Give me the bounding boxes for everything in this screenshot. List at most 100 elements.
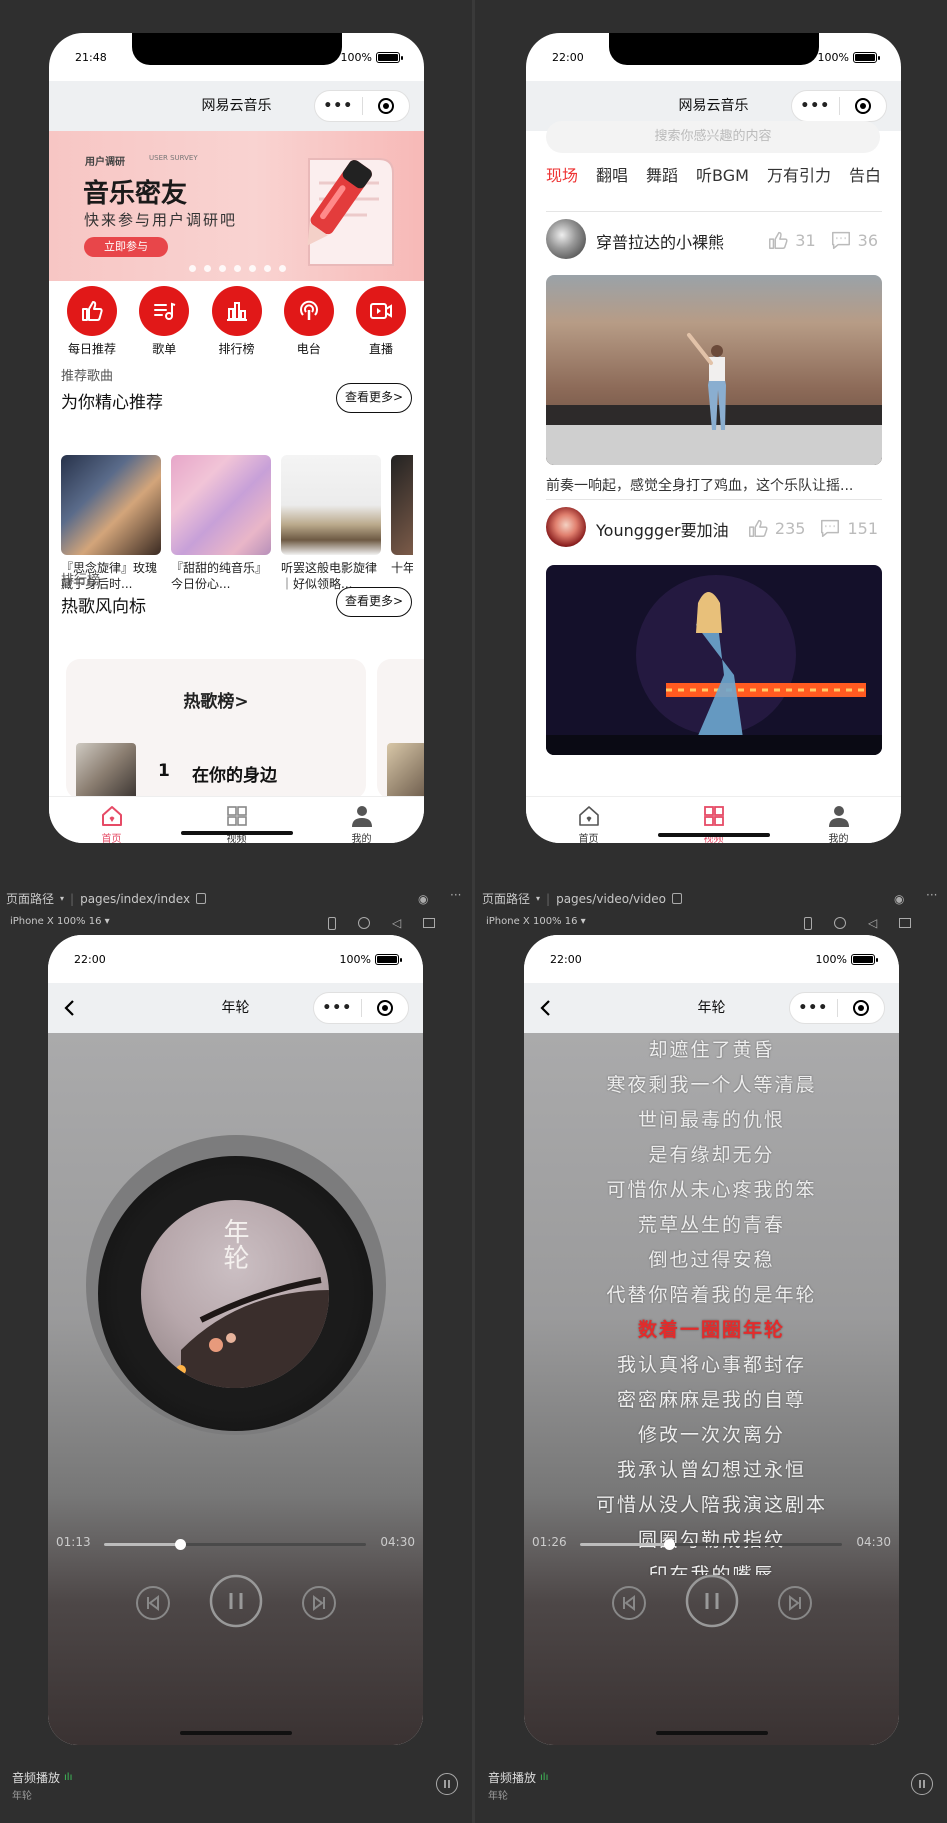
volume-icon[interactable]: ◁ [868,916,877,930]
eye-icon[interactable]: ◉ [418,892,428,906]
audio-playback-bar[interactable]: 音频播放 ılı 年轮 [476,1745,947,1823]
copy-icon[interactable] [671,893,682,904]
close-record-icon[interactable] [362,98,409,114]
hot-chart-title[interactable]: 热歌榜> [66,687,366,712]
mini-program-capsule[interactable]: ••• [789,992,885,1024]
volume-icon[interactable]: ◁ [392,916,401,930]
more-icon[interactable]: ··· [926,888,937,902]
progress-track[interactable] [580,1539,842,1550]
phone-icon[interactable] [804,916,812,930]
progress-track[interactable] [104,1539,366,1550]
quick-playlist[interactable]: 歌单 [131,286,197,362]
tab-cover[interactable]: 翻唱 [596,161,628,199]
playback-controls [48,1573,423,1633]
quick-daily-recommend[interactable]: 每日推荐 [59,286,125,362]
progress-bar[interactable]: 01:13 04:30 [48,1535,423,1555]
path-label[interactable]: 页面路径 [482,890,530,907]
video-thumbnail[interactable] [546,565,882,755]
more-dots-icon[interactable]: ••• [792,98,839,114]
like-icon[interactable] [767,229,789,251]
album-cover: 年轮 [141,1200,329,1388]
video-author-row[interactable]: Younggger要加油 235 151 [546,505,882,549]
pause-icon[interactable] [684,1573,740,1629]
like-icon[interactable] [747,517,769,539]
rank-number: 1 [158,761,170,781]
tab-home[interactable]: 首页 [526,797,651,843]
quick-ranking[interactable]: 排行榜 [204,286,270,362]
window-icon[interactable] [423,918,436,928]
copy-icon[interactable] [196,893,207,904]
quick-label: 每日推荐 [67,342,116,356]
page-dot [234,265,241,272]
path-label[interactable]: 页面路径 [6,890,54,907]
lyrics-view[interactable]: 却遮住了黄昏 寒夜剩我一个人等清晨 世间最毒的仇恨 是有缘却无分 可惜你从未心疼我的笨荒… [524,1033,899,1575]
audio-pause-button[interactable] [436,1773,458,1795]
playlist-card[interactable]: 『甜甜的纯音乐』今日份心... [171,455,271,592]
close-record-icon[interactable] [361,1000,408,1016]
playlist-cover [391,455,413,555]
tab-live[interactable]: 现场 [546,161,578,199]
more-dots-icon[interactable]: ••• [315,98,362,114]
close-record-icon[interactable] [839,98,886,114]
video-thumbnail[interactable] [546,275,882,465]
progress-bar[interactable]: 01:26 04:30 [524,1535,899,1555]
banner-join-button[interactable]: 立即参与 [84,237,168,257]
tab-dance[interactable]: 舞蹈 [646,161,678,199]
window-icon[interactable] [899,918,912,928]
close-record-icon[interactable] [837,1000,884,1016]
next-track-icon[interactable] [301,1585,337,1621]
phone-icon[interactable] [328,916,336,930]
tab-mine[interactable]: 我的 [776,797,901,843]
recommend-more-button[interactable]: 查看更多> [336,383,412,413]
progress-knob[interactable] [664,1539,676,1550]
home-icon [578,806,599,826]
mini-program-capsule[interactable]: ••• [791,90,887,122]
more-dots-icon[interactable]: ••• [314,1000,361,1016]
comment-icon[interactable] [830,229,852,251]
banner[interactable]: 用户调研 USER SURVEY 音乐密友 快来参与用户调研吧 立即参与 [49,131,424,281]
device-selector[interactable]: iPhone X 100% 16 ▾ [486,916,586,927]
record-icon[interactable] [834,917,846,929]
author-name[interactable]: 穿普拉达的小裸熊 [596,229,724,253]
quick-radio[interactable]: 电台 [276,286,342,362]
record-icon[interactable] [358,917,370,929]
tab-home[interactable]: 首页 [49,797,174,843]
avatar[interactable] [546,219,586,259]
playlist-card[interactable]: 十年在， [391,455,413,592]
rank-song-name[interactable]: 在你的身边 [192,761,277,786]
tab-mine[interactable]: 我的 [299,797,424,843]
tab-bgm[interactable]: 听BGM [696,161,749,199]
playlist-card[interactable]: 听罢这般电影旋律｜好似领略... [281,455,381,592]
video-description[interactable]: 前奏一响起，感觉全身打了鸡血，这个乐队让摇... [546,475,882,495]
chart-icon [226,302,247,321]
quick-live[interactable]: 直播 [348,286,414,362]
next-chart-card[interactable] [377,659,424,799]
more-dots-icon[interactable]: ••• [790,1000,837,1016]
more-icon[interactable]: ··· [450,888,461,902]
video-author-row[interactable]: 穿普拉达的小裸熊 31 36 [546,217,882,261]
audio-pause-button[interactable] [911,1773,933,1795]
lyric-line: 代替你陪着我的是年轮 [606,1284,817,1306]
banner-pagination[interactable] [189,265,286,272]
previous-track-icon[interactable] [611,1585,647,1621]
pause-icon[interactable] [208,1573,264,1629]
comment-icon[interactable] [819,517,841,539]
avatar[interactable] [546,507,586,547]
mini-program-capsule[interactable]: ••• [314,90,410,122]
tab-gravity[interactable]: 万有引力 [767,161,831,199]
progress-knob[interactable] [174,1539,186,1550]
hot-chart-card[interactable]: 热歌榜> 1 在你的身边 [66,659,366,799]
previous-track-icon[interactable] [135,1585,171,1621]
mini-program-capsule[interactable]: ••• [313,992,409,1024]
device-selector[interactable]: iPhone X 100% 16 ▾ [10,916,110,927]
ranking-more-button[interactable]: 查看更多> [336,587,412,617]
banner-tag-en: USER SURVEY [149,154,198,162]
audio-bar-title: 音频播放 [12,1771,61,1785]
tab-confession[interactable]: 告白 [849,161,881,199]
audio-playback-bar[interactable]: 音频播放 ılı 年轮 [0,1745,470,1823]
author-name[interactable]: Younggger要加油 [596,517,729,541]
eye-icon[interactable]: ◉ [894,892,904,906]
next-track-icon[interactable] [777,1585,813,1621]
search-input[interactable]: 搜索你感兴趣的内容 [546,121,880,153]
tab-video[interactable]: 视频 [174,797,299,843]
